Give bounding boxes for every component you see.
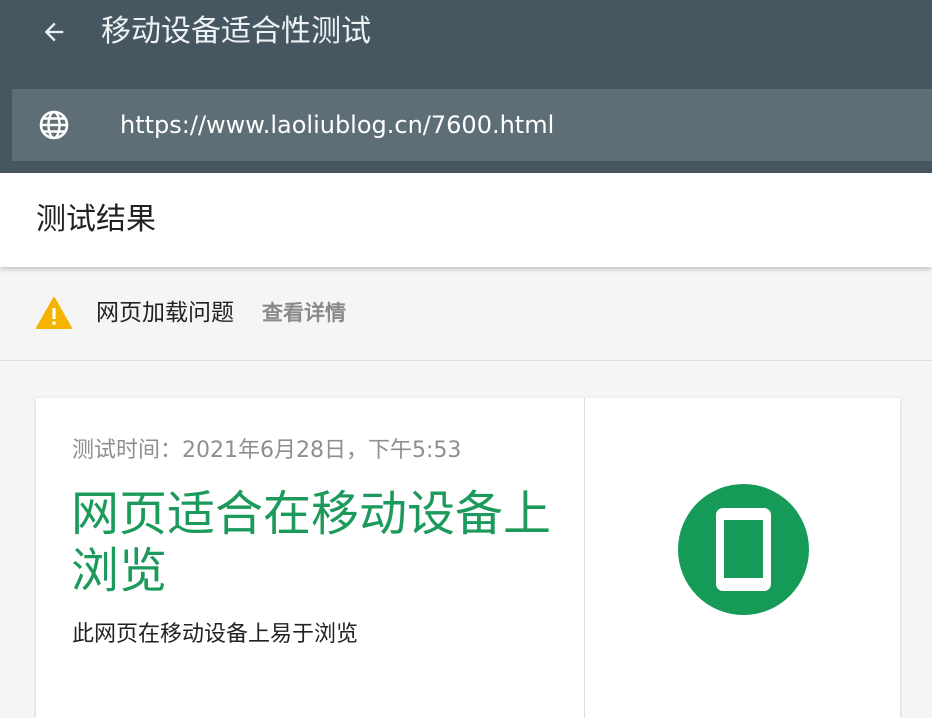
result-card: 测试时间：2021年6月28日，下午5:53 网页适合在移动设备上浏览 此网页在… (36, 398, 900, 718)
results-header: 测试结果 (0, 173, 932, 267)
results-title: 测试结果 (36, 202, 156, 237)
globe-icon (36, 107, 72, 143)
page-loading-issues-row: 网页加载问题 查看详情 (0, 267, 932, 361)
result-description: 此网页在移动设备上易于浏览 (72, 622, 359, 647)
issue-label: 网页加载问题 (96, 300, 234, 326)
result-headline: 网页适合在移动设备上浏览 (71, 486, 552, 599)
warning-icon (36, 297, 72, 329)
phone-screen (724, 520, 763, 578)
arrow-back-icon (44, 22, 64, 42)
app-header: 移动设备适合性测试 https://www.laoliublog.cn/7600… (0, 0, 932, 173)
card-divider (584, 398, 585, 718)
mobile-phone-icon (716, 508, 771, 591)
result-summary: 测试时间：2021年6月28日，下午5:53 网页适合在移动设备上浏览 此网页在… (36, 398, 584, 718)
url-text: https://www.laoliublog.cn/7600.html (120, 111, 555, 139)
view-details-link[interactable]: 查看详情 (262, 267, 346, 360)
url-field[interactable]: https://www.laoliublog.cn/7600.html (12, 89, 932, 161)
back-button[interactable] (32, 10, 76, 54)
page-title: 移动设备适合性测试 (101, 14, 371, 49)
mobile-friendly-badge (678, 484, 809, 615)
test-timestamp: 测试时间：2021年6月28日，下午5:53 (72, 438, 462, 463)
